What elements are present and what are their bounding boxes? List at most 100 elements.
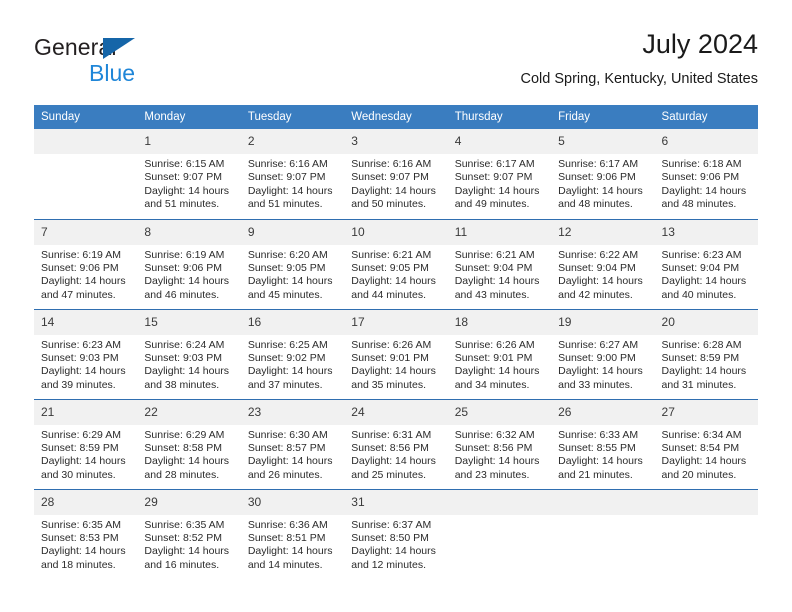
sunset-time: Sunset: 8:53 PM bbox=[41, 531, 119, 544]
calendar-day-cell[interactable]: 27 Sunrise: 6:34 AM Sunset: 8:54 PM Dayligh… bbox=[654, 398, 758, 489]
sunset-time: Sunset: 9:06 PM bbox=[41, 261, 119, 274]
day-sun-info: Sunrise: 6:20 AM Sunset: 9:05 PM Daylight:… bbox=[241, 245, 344, 303]
calendar-day-cell[interactable]: 5 Sunrise: 6:17 AM Sunset: 9:06 PM Daylight… bbox=[551, 129, 655, 219]
day-number: 6 bbox=[654, 129, 758, 154]
calendar-day-cell[interactable]: 7 Sunrise: 6:19 AM Sunset: 9:06 PM Daylight… bbox=[34, 218, 138, 309]
calendar-day-cell[interactable]: 18 Sunrise: 6:26 AM Sunset: 9:01 PM Dayligh… bbox=[447, 308, 552, 399]
calendar-day-cell[interactable]: 21 Sunrise: 6:29 AM Sunset: 8:59 PM Dayligh… bbox=[34, 398, 138, 489]
calendar-day-cell[interactable]: 30 Sunrise: 6:36 AM Sunset: 8:51 PM Dayligh… bbox=[240, 488, 345, 579]
calendar-day-cell[interactable]: 31 Sunrise: 6:37 AM Sunset: 8:50 PM Dayligh… bbox=[344, 488, 448, 579]
weekday-header-saturday: Saturday bbox=[654, 105, 758, 129]
calendar-day-cell[interactable]: 2 Sunrise: 6:16 AM Sunset: 9:07 PM Daylight… bbox=[240, 129, 345, 219]
day-sun-info: Sunrise: 6:34 AM Sunset: 8:54 PM Daylight:… bbox=[655, 425, 758, 483]
sunrise-time: Sunrise: 6:34 AM bbox=[661, 428, 742, 441]
daylight-duration-line1: Daylight: 14 hours bbox=[144, 455, 230, 468]
day-sun-info: Sunrise: 6:31 AM Sunset: 8:56 PM Daylight:… bbox=[344, 425, 447, 483]
sunset-time: Sunset: 9:04 PM bbox=[661, 261, 740, 274]
daylight-duration-line2: and 23 minutes. bbox=[454, 468, 530, 481]
daylight-duration-line1: Daylight: 14 hours bbox=[247, 275, 333, 288]
calendar-day-cell[interactable]: 12 Sunrise: 6:22 AM Sunset: 9:04 PM Dayligh… bbox=[551, 218, 655, 309]
day-number: 25 bbox=[447, 399, 552, 425]
day-number bbox=[551, 489, 655, 515]
calendar-day-cell[interactable]: 26 Sunrise: 6:33 AM Sunset: 8:55 PM Dayligh… bbox=[551, 398, 655, 489]
day-sun-info: Sunrise: 6:36 AM Sunset: 8:51 PM Daylight:… bbox=[241, 515, 344, 573]
day-number: 28 bbox=[34, 489, 138, 515]
day-sun-info: Sunrise: 6:16 AM Sunset: 9:07 PM Daylight:… bbox=[344, 154, 447, 212]
calendar-day-cell[interactable]: 20 Sunrise: 6:28 AM Sunset: 8:59 PM Dayligh… bbox=[654, 308, 758, 399]
sunrise-time: Sunrise: 6:15 AM bbox=[144, 158, 225, 170]
day-sun-info: Sunrise: 6:17 AM Sunset: 9:06 PM Daylight:… bbox=[551, 154, 654, 212]
calendar-day-cell[interactable]: 3 Sunrise: 6:16 AM Sunset: 9:07 PM Daylight… bbox=[344, 129, 448, 219]
day-sun-info: Sunrise: 6:28 AM Sunset: 8:59 PM Daylight:… bbox=[655, 335, 758, 393]
daylight-duration-line2: and 18 minutes. bbox=[41, 558, 116, 571]
calendar-day-cell[interactable]: 23 Sunrise: 6:30 AM Sunset: 8:57 PM Dayligh… bbox=[240, 398, 345, 489]
generalblue-logo[interactable]: General Blue bbox=[34, 34, 234, 90]
calendar-day-cell[interactable]: 6 Sunrise: 6:18 AM Sunset: 9:06 PM Daylight… bbox=[654, 129, 758, 219]
daylight-duration-line1: Daylight: 14 hours bbox=[454, 455, 540, 468]
weekday-header-tuesday: Tuesday bbox=[240, 105, 345, 129]
day-sun-info: Sunrise: 6:35 AM Sunset: 8:52 PM Daylight:… bbox=[137, 515, 240, 573]
day-number: 19 bbox=[551, 309, 655, 335]
day-number: 12 bbox=[551, 219, 655, 245]
calendar-day-cell[interactable]: 24 Sunrise: 6:31 AM Sunset: 8:56 PM Dayligh… bbox=[344, 398, 448, 489]
calendar-day-cell[interactable]: 15 Sunrise: 6:24 AM Sunset: 9:03 PM Dayligh… bbox=[137, 308, 241, 399]
sunset-time: Sunset: 9:04 PM bbox=[454, 261, 533, 274]
daylight-duration-line2: and 14 minutes. bbox=[247, 558, 323, 571]
calendar-day-cell[interactable]: 9 Sunrise: 6:20 AM Sunset: 9:05 PM Daylight… bbox=[240, 218, 345, 309]
day-number: 5 bbox=[551, 129, 655, 154]
calendar-day-cell[interactable]: 4 Sunrise: 6:17 AM Sunset: 9:07 PM Daylight… bbox=[447, 129, 552, 219]
calendar-day-cell[interactable]: 28 Sunrise: 6:35 AM Sunset: 8:53 PM Dayligh… bbox=[34, 488, 138, 579]
day-sun-info: Sunrise: 6:19 AM Sunset: 9:06 PM Daylight:… bbox=[137, 245, 240, 303]
calendar-day-cell[interactable]: 11 Sunrise: 6:21 AM Sunset: 9:04 PM Dayligh… bbox=[447, 218, 552, 309]
day-number: 13 bbox=[654, 219, 758, 245]
daylight-duration-line2: and 42 minutes. bbox=[558, 288, 633, 301]
weekday-header-wednesday: Wednesday bbox=[344, 105, 448, 129]
day-sun-info: Sunrise: 6:21 AM Sunset: 9:04 PM Daylight:… bbox=[448, 245, 551, 303]
sunrise-time: Sunrise: 6:26 AM bbox=[454, 338, 535, 351]
sunrise-time: Sunrise: 6:35 AM bbox=[144, 518, 225, 531]
day-sun-info: Sunrise: 6:21 AM Sunset: 9:05 PM Daylight:… bbox=[344, 245, 447, 303]
sunrise-sunset-calendar: Sunday Monday Tuesday Wednesday Thursday… bbox=[34, 105, 758, 579]
calendar-day-cell[interactable]: 10 Sunrise: 6:21 AM Sunset: 9:05 PM Dayligh… bbox=[344, 218, 448, 309]
weekday-header-row: Sunday Monday Tuesday Wednesday Thursday… bbox=[34, 105, 758, 129]
daylight-duration-line1: Daylight: 14 hours bbox=[558, 275, 643, 288]
sunrise-time: Sunrise: 6:23 AM bbox=[41, 338, 121, 351]
day-number: 20 bbox=[654, 309, 758, 335]
calendar-day-cell[interactable]: 16 Sunrise: 6:25 AM Sunset: 9:02 PM Dayligh… bbox=[240, 308, 345, 399]
daylight-duration-line2: and 25 minutes. bbox=[351, 468, 426, 481]
sunrise-time: Sunrise: 6:31 AM bbox=[351, 428, 432, 441]
daylight-duration-line2: and 40 minutes. bbox=[661, 288, 737, 301]
calendar-day-cell[interactable]: 29 Sunrise: 6:35 AM Sunset: 8:52 PM Dayligh… bbox=[137, 488, 241, 579]
daylight-duration-line1: Daylight: 14 hours bbox=[41, 455, 126, 468]
sunset-time: Sunset: 9:01 PM bbox=[351, 351, 429, 364]
day-sun-info: Sunrise: 6:18 AM Sunset: 9:06 PM Daylight:… bbox=[655, 154, 758, 212]
calendar-day-cell[interactable]: 22 Sunrise: 6:29 AM Sunset: 8:58 PM Dayligh… bbox=[137, 398, 241, 489]
day-number: 24 bbox=[344, 399, 448, 425]
sunset-time: Sunset: 9:07 PM bbox=[351, 171, 429, 184]
weekday-header-thursday: Thursday bbox=[447, 105, 552, 129]
daylight-duration-line2: and 47 minutes. bbox=[41, 288, 116, 301]
calendar-day-cell[interactable]: 8 Sunrise: 6:19 AM Sunset: 9:06 PM Daylight… bbox=[137, 218, 241, 309]
calendar-day-cell[interactable]: 17 Sunrise: 6:26 AM Sunset: 9:01 PM Dayligh… bbox=[344, 308, 448, 399]
daylight-duration-line2: and 51 minutes. bbox=[144, 198, 220, 211]
calendar-day-cell[interactable]: 25 Sunrise: 6:32 AM Sunset: 8:56 PM Dayligh… bbox=[447, 398, 552, 489]
page-title: July 2024 bbox=[642, 29, 758, 59]
sunrise-time: Sunrise: 6:29 AM bbox=[41, 428, 121, 441]
calendar-day-cell[interactable]: 14 Sunrise: 6:23 AM Sunset: 9:03 PM Dayligh… bbox=[34, 308, 138, 399]
daylight-duration-line1: Daylight: 14 hours bbox=[41, 275, 126, 288]
calendar-day-cell[interactable]: 1 Sunrise: 6:15 AM Sunset: 9:07 PM Daylight… bbox=[137, 129, 241, 219]
daylight-duration-line1: Daylight: 14 hours bbox=[558, 455, 643, 468]
day-number: 21 bbox=[34, 399, 138, 425]
calendar-day-cell[interactable]: 13 Sunrise: 6:23 AM Sunset: 9:04 PM Dayligh… bbox=[654, 218, 758, 309]
logo-triangle-icon bbox=[103, 38, 135, 59]
daylight-duration-line2: and 33 minutes. bbox=[558, 378, 633, 391]
calendar-day-cell[interactable]: 19 Sunrise: 6:27 AM Sunset: 9:00 PM Dayligh… bbox=[551, 308, 655, 399]
day-sun-info: Sunrise: 6:30 AM Sunset: 8:57 PM Daylight:… bbox=[241, 425, 344, 483]
sunrise-time: Sunrise: 6:21 AM bbox=[351, 248, 432, 261]
daylight-duration-line1: Daylight: 14 hours bbox=[351, 455, 436, 468]
sunset-time: Sunset: 9:07 PM bbox=[454, 171, 533, 184]
day-sun-info: Sunrise: 6:22 AM Sunset: 9:04 PM Daylight:… bbox=[551, 245, 654, 303]
daylight-duration-line1: Daylight: 14 hours bbox=[661, 184, 747, 197]
day-number: 17 bbox=[344, 309, 448, 335]
daylight-duration-line2: and 50 minutes. bbox=[351, 198, 426, 211]
